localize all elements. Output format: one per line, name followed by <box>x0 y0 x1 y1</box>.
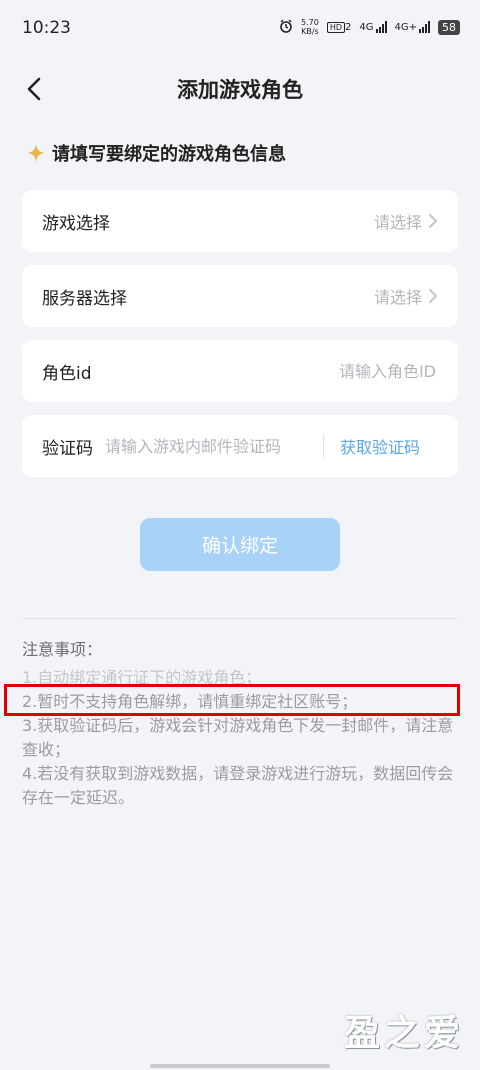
net-speed-value: 5.70 <box>301 18 319 27</box>
game-select-value[interactable]: 请选择 <box>374 209 438 233</box>
verify-code-label: 验证码 <box>42 438 93 459</box>
status-bar: 10:23 5.70 KB/s HD 2 4G 4G+ 58 <box>0 0 480 58</box>
server-select-value[interactable]: 请选择 <box>374 284 438 308</box>
section-title: 请填写要绑定的游戏角色信息 <box>26 140 286 166</box>
vertical-divider <box>323 434 324 458</box>
highlight-box <box>4 684 460 716</box>
divider <box>22 618 458 619</box>
net-speed: 5.70 KB/s <box>301 18 319 36</box>
net-speed-unit: KB/s <box>301 27 319 36</box>
signal-2: 4G+ <box>394 21 430 33</box>
hd-icon: HD 2 <box>326 21 352 33</box>
role-id-label: 角色id <box>42 363 92 384</box>
sparkle-icon <box>27 144 45 162</box>
game-select-placeholder: 请选择 <box>373 213 422 232</box>
watermark: 盈之爱 <box>343 1013 464 1054</box>
game-select-label: 游戏选择 <box>42 213 110 234</box>
status-icons: 5.70 KB/s HD 2 4G 4G+ 58 <box>279 18 460 36</box>
role-id-input[interactable] <box>234 360 438 382</box>
hd-label: HD <box>326 21 345 33</box>
section-title-text: 请填写要绑定的游戏角色信息 <box>52 144 286 165</box>
game-select-row[interactable]: 游戏选择 请选择 <box>22 190 458 252</box>
signal-bars-icon <box>375 21 387 33</box>
server-select-placeholder: 请选择 <box>373 288 422 307</box>
nav-bar: 添加游戏角色 <box>0 60 480 118</box>
alarm-icon <box>279 19 293 36</box>
verify-code-input[interactable] <box>103 435 317 457</box>
note-item-3: 3.获取验证码后，游戏会针对游戏角色下发一封邮件，请注意查收； <box>22 716 454 759</box>
page-title: 添加游戏角色 <box>177 78 303 102</box>
hd-sub: 2 <box>345 21 352 33</box>
server-select-label: 服务器选择 <box>42 288 127 309</box>
server-select-row[interactable]: 服务器选择 请选择 <box>22 265 458 327</box>
home-indicator[interactable] <box>150 1064 330 1068</box>
confirm-bind-button[interactable]: 确认绑定 <box>140 518 340 571</box>
chevron-right-icon <box>429 289 438 303</box>
signal-1-label: 4G <box>359 22 374 33</box>
notes-section: 注意事项： 1.自动绑定通行证下的游戏角色； 2.暂时不支持角色解绑，请慎重绑定… <box>22 638 458 810</box>
battery-icon: 58 <box>438 19 460 35</box>
signal-bars-icon <box>419 21 430 33</box>
notes-title: 注意事项： <box>22 640 103 659</box>
get-code-button[interactable]: 获取验证码 <box>340 434 420 458</box>
note-item-4: 4.若没有获取到游戏数据，请登录游戏进行游玩，数据回传会存在一定延迟。 <box>22 764 454 807</box>
chevron-right-icon <box>429 214 438 228</box>
status-time: 10:23 <box>22 18 71 38</box>
signal-1: 4G <box>359 21 387 33</box>
verify-code-row: 验证码 获取验证码 <box>22 415 458 477</box>
role-id-row: 角色id <box>22 340 458 402</box>
signal-2-label: 4G+ <box>394 22 418 33</box>
